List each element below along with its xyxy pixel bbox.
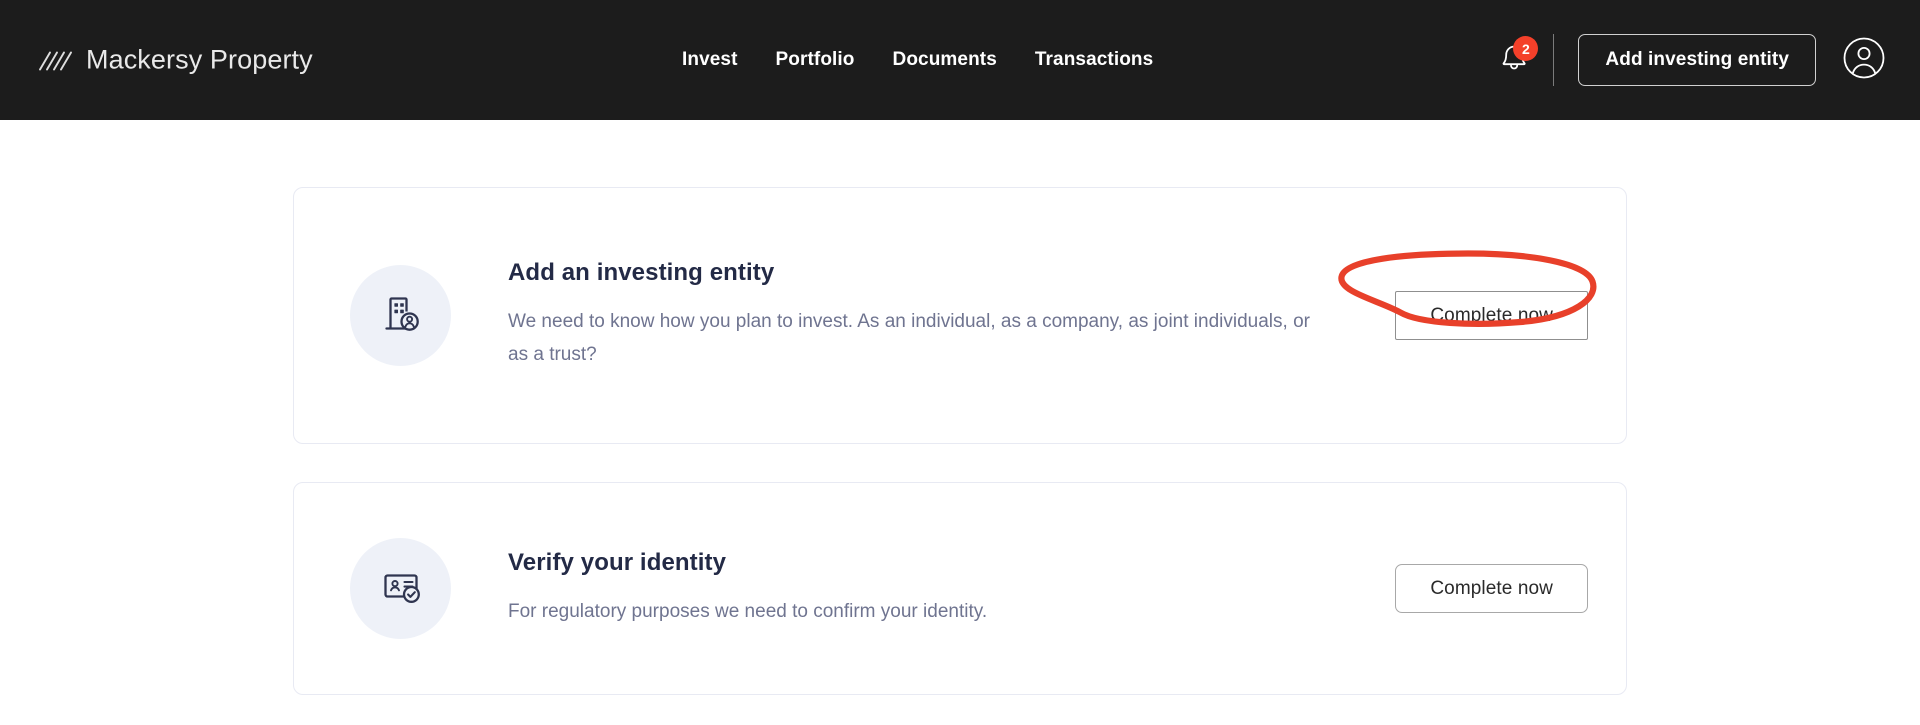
- header-actions: 2 Add investing entity: [1493, 34, 1886, 86]
- add-investing-entity-button[interactable]: Add investing entity: [1578, 34, 1816, 86]
- id-card-check-icon: [378, 563, 424, 614]
- building-person-icon: [378, 290, 424, 341]
- complete-now-button-add-entity[interactable]: Complete now: [1395, 291, 1588, 340]
- nav-item-portfolio[interactable]: Portfolio: [774, 45, 857, 75]
- main-content: Add an investing entity We need to know …: [0, 120, 1920, 695]
- brand-name: Mackersy Property: [86, 44, 313, 75]
- card-description: For regulatory purposes we need to confi…: [508, 600, 988, 622]
- complete-now-button-verify-identity[interactable]: Complete now: [1395, 564, 1588, 613]
- card-action-area: Complete now: [1395, 291, 1588, 340]
- card-text-block: Add an investing entity We need to know …: [508, 259, 1365, 371]
- task-card-add-entity: Add an investing entity We need to know …: [293, 187, 1627, 444]
- diagonal-slashes-logo-icon: [38, 49, 72, 71]
- header-divider: [1553, 34, 1555, 86]
- task-card-list: Add an investing entity We need to know …: [293, 187, 1627, 695]
- card-description: We need to know how you plan to invest. …: [508, 311, 1310, 365]
- card-icon-wrapper: [350, 265, 451, 366]
- account-avatar-button[interactable]: [1842, 36, 1886, 85]
- card-title: Verify your identity: [508, 548, 727, 576]
- card-action-area: Complete now: [1395, 564, 1588, 613]
- nav-item-documents[interactable]: Documents: [891, 45, 999, 75]
- card-title: Add an investing entity: [508, 259, 775, 287]
- task-card-verify-identity: Verify your identity For regulatory purp…: [293, 482, 1627, 695]
- notification-count-badge: 2: [1513, 36, 1539, 61]
- primary-navigation: Invest Portfolio Documents Transactions: [680, 45, 1155, 75]
- user-circle-icon: [1842, 36, 1886, 85]
- nav-item-transactions[interactable]: Transactions: [1033, 45, 1155, 75]
- brand-logo[interactable]: Mackersy Property: [38, 45, 313, 76]
- card-icon-wrapper: [350, 538, 451, 639]
- site-header: Mackersy Property Invest Portfolio Docum…: [0, 0, 1920, 120]
- nav-item-invest[interactable]: Invest: [680, 45, 740, 75]
- notifications-button[interactable]: 2: [1493, 36, 1539, 82]
- card-text-block: Verify your identity For regulatory purp…: [508, 549, 1365, 628]
